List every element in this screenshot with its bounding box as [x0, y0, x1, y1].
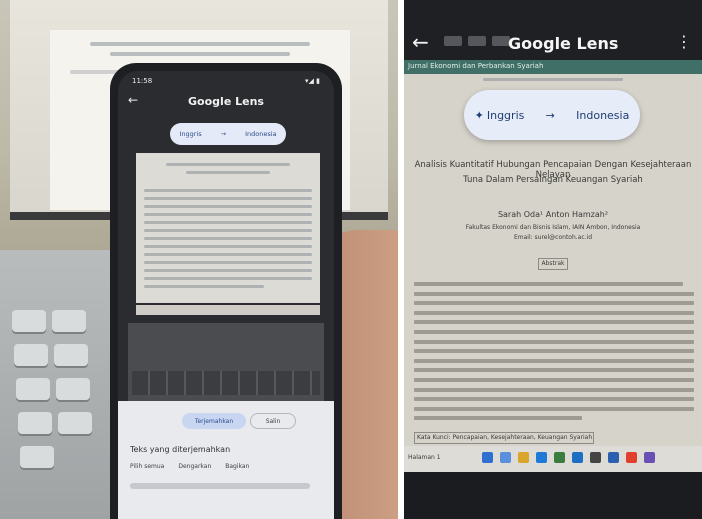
target-language[interactable]: Indonesia	[576, 109, 629, 122]
language-selector[interactable]: ✦ Inggris → Indonesia	[464, 90, 640, 140]
phone-source-lang[interactable]: Inggris	[179, 130, 201, 138]
phone-bottom-bezel	[404, 472, 702, 519]
arrow-right-icon: →	[545, 108, 555, 122]
lens-topbar: ← Google Lens ⋮	[404, 22, 702, 64]
paper-email: Email: surel@contoh.ac.id	[513, 234, 593, 241]
copy-button[interactable]: Salin	[250, 413, 296, 429]
arrow-right-icon: →	[220, 130, 227, 138]
chrome-icon[interactable]	[626, 452, 637, 463]
tab-chips	[444, 36, 510, 46]
task-view-icon[interactable]	[500, 452, 511, 463]
lens-app-title: Google Lens	[508, 34, 619, 53]
phone-screen: 11:58 ▾◢ ▮ ← Google Lens Inggris → Indon…	[118, 71, 334, 519]
source-language-label: Inggris	[486, 108, 525, 122]
taskbar: Halaman 1	[404, 446, 702, 472]
back-arrow-icon[interactable]: ←	[412, 30, 429, 54]
folder-icon[interactable]	[518, 452, 529, 463]
source-language[interactable]: ✦ Inggris	[475, 109, 525, 122]
edge-icon[interactable]	[536, 452, 547, 463]
browser-icon[interactable]	[608, 452, 619, 463]
phone: 11:58 ▾◢ ▮ ← Google Lens Inggris → Indon…	[110, 63, 342, 519]
media-icon[interactable]	[644, 452, 655, 463]
phone-topbar: ← Google Lens	[118, 91, 334, 115]
phone-preview-keyboard	[132, 371, 320, 395]
option-share[interactable]: Bagikan	[225, 463, 249, 470]
paper-title-line-2: Tuna Dalam Persaingan Keuangan Syariah	[463, 175, 643, 185]
phone-target-lang[interactable]: Indonesia	[245, 130, 276, 138]
translate-button[interactable]: Terjemahkan	[182, 413, 246, 429]
abstract-heading: Abstrak	[538, 258, 568, 270]
search-icon[interactable]	[482, 452, 493, 463]
sheet-row	[130, 483, 310, 489]
option-listen[interactable]: Dengarkan	[178, 463, 211, 470]
paper-affiliation: Fakultas Ekonomi dan Bisnis Islam, IAIN …	[465, 224, 641, 231]
phone-doc-toolbar	[136, 305, 320, 315]
keywords-box: Kata Kunci: Pencapaian, Kesejahteraan, K…	[414, 432, 594, 444]
doc-menu-bar: Jurnal Ekonomi dan Perbankan Syariah	[404, 60, 702, 74]
journal-header	[404, 76, 702, 83]
right-photo: ← Google Lens ⋮ Jurnal Ekonomi dan Perba…	[404, 0, 702, 519]
phone-translated-document	[136, 153, 320, 303]
phone-language-selector[interactable]: Inggris → Indonesia	[170, 123, 286, 145]
more-options-icon[interactable]: ⋮	[676, 32, 692, 51]
doc-menu-label: Jurnal Ekonomi dan Perbankan Syariah	[408, 62, 544, 70]
word-icon[interactable]	[572, 452, 583, 463]
app-icon[interactable]	[590, 452, 601, 463]
phone-bottom-sheet: Terjemahkan Salin Teks yang diterjemahka…	[118, 401, 334, 519]
option-select-all[interactable]: Pilih semua	[130, 463, 164, 470]
sparkle-icon: ✦	[474, 108, 484, 122]
left-photo: 11:58 ▾◢ ▮ ← Google Lens Inggris → Indon…	[0, 0, 398, 519]
paper-authors: Sarah Oda¹ Anton Hamzah²	[497, 210, 609, 219]
phone-status-time: 11:58	[132, 77, 153, 85]
phone-signal-icon: ▾◢ ▮	[305, 77, 320, 85]
sheet-title: Teks yang diterjemahkan	[130, 445, 231, 454]
store-icon[interactable]	[554, 452, 565, 463]
phone-app-title: Google Lens	[188, 95, 264, 108]
taskbar-label: Halaman 1	[408, 454, 441, 461]
abstract-body	[414, 282, 694, 422]
sheet-options: Pilih semua Dengarkan Bagikan	[130, 463, 249, 470]
